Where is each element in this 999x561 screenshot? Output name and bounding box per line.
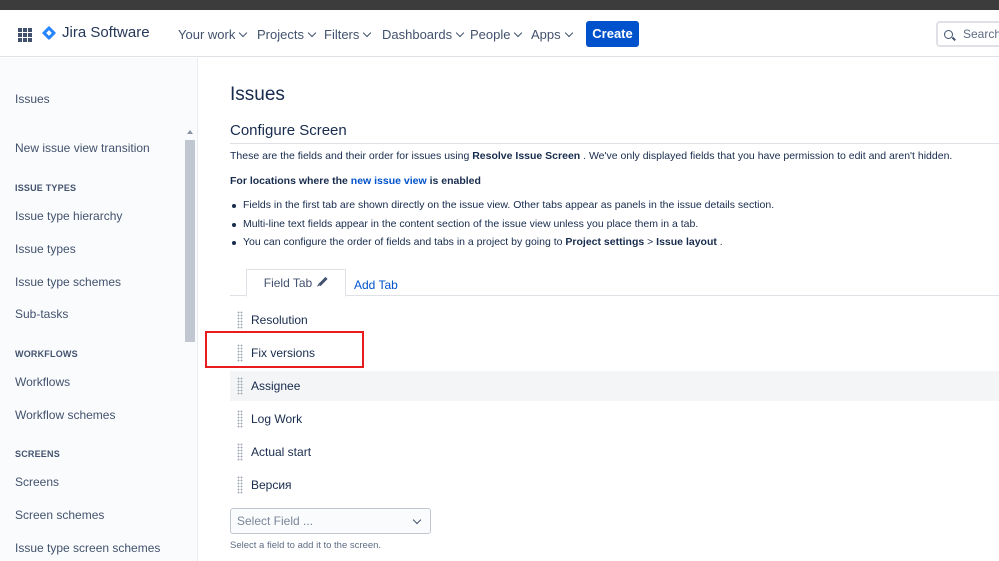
jira-logo[interactable]: Jira Software: [42, 24, 150, 41]
field-row[interactable]: Log Work: [230, 404, 999, 434]
scrollbar-thumb[interactable]: [185, 140, 195, 342]
chevron-down-icon: [307, 28, 317, 38]
nav-filters-label: Filters: [324, 27, 360, 42]
sidebar-item-workflows[interactable]: Workflows: [15, 375, 70, 389]
field-row[interactable]: Assignee: [230, 371, 999, 401]
sidebar-item-issue-type-screen-schemes[interactable]: Issue type screen schemes: [15, 541, 160, 555]
bullet-item: You can configure the order of fields an…: [230, 236, 774, 255]
sidebar-item-workflow-schemes[interactable]: Workflow schemes: [15, 408, 115, 422]
drag-handle-icon[interactable]: [237, 476, 243, 494]
project-settings-text: Project settings: [565, 236, 645, 248]
search-input[interactable]: Search: [936, 21, 999, 47]
select-field-dropdown[interactable]: Select Field ...: [230, 508, 431, 534]
nav-dashboards[interactable]: Dashboards: [382, 27, 465, 42]
page-title: Issues: [230, 84, 285, 105]
locations-note: For locations where the new issue view i…: [230, 175, 481, 187]
nav-apps-label: Apps: [531, 27, 561, 42]
nav-filters[interactable]: Filters: [324, 27, 372, 42]
locations-suffix: is enabled: [426, 175, 481, 187]
sidebar-heading-workflows: WORKFLOWS: [15, 349, 78, 359]
sidebar-title: Issues: [15, 92, 50, 106]
sidebar-item-screen-schemes[interactable]: Screen schemes: [15, 508, 104, 522]
nav-your-work[interactable]: Your work: [178, 27, 248, 42]
screen-name: Resolve Issue Screen: [472, 150, 581, 162]
field-name: Actual start: [251, 445, 312, 459]
sidebar-item-issue-type-schemes[interactable]: Issue type schemes: [15, 275, 121, 289]
sidebar: Issues New issue view transition ISSUE T…: [0, 58, 198, 561]
scroll-up-arrow-icon[interactable]: [187, 130, 193, 134]
separator: >: [644, 236, 657, 248]
chevron-down-icon: [412, 515, 422, 525]
sidebar-item-screens[interactable]: Screens: [15, 475, 59, 489]
nav-apps[interactable]: Apps: [531, 27, 573, 42]
drag-handle-icon[interactable]: [237, 377, 243, 395]
sidebar-heading-screens: SCREENS: [15, 449, 60, 459]
nav-projects-label: Projects: [257, 27, 304, 42]
search-placeholder: Search: [963, 27, 999, 41]
bullet-item: Multi-line text fields appear in the con…: [230, 218, 774, 237]
new-issue-view-link[interactable]: new issue view: [351, 175, 427, 187]
sidebar-item-sub-tasks[interactable]: Sub-tasks: [15, 307, 68, 321]
field-row[interactable]: Версия: [230, 470, 999, 500]
sidebar-scrollbar[interactable]: [184, 128, 196, 561]
field-name: Resolution: [251, 313, 308, 327]
bullet-item: Fields in the first tab are shown direct…: [230, 199, 774, 218]
sidebar-heading-issue-types: ISSUE TYPES: [15, 183, 77, 193]
nav-projects[interactable]: Projects: [257, 27, 317, 42]
description-prefix: These are the fields and their order for…: [230, 150, 473, 162]
sidebar-item-issue-types[interactable]: Issue types: [15, 242, 76, 256]
tab-field-tab[interactable]: Field Tab: [246, 269, 346, 297]
select-helper-text: Select a field to add it to the screen.: [230, 540, 382, 551]
select-placeholder: Select Field ...: [237, 514, 314, 528]
tab-field-label: Field Tab: [263, 276, 313, 290]
bullet-text: Fields in the first tab are shown direct…: [243, 199, 775, 211]
pencil-icon[interactable]: [318, 276, 328, 286]
info-bullets: Fields in the first tab are shown direct…: [230, 199, 774, 255]
divider: [230, 143, 999, 144]
description-suffix: . We've only displayed fields that you h…: [580, 150, 953, 162]
field-name: Log Work: [251, 412, 303, 426]
field-name: Версия: [251, 478, 292, 492]
app-switcher-icon[interactable]: [18, 28, 32, 42]
jira-diamond-icon: [42, 26, 56, 40]
red-highlight-annotation: [205, 331, 364, 368]
search-icon: [944, 29, 953, 39]
issue-layout-text: Issue layout: [656, 236, 717, 248]
chevron-down-icon: [363, 28, 372, 38]
tabs-bar: Field Tab Add Tab: [230, 269, 999, 297]
drag-handle-icon[interactable]: [237, 443, 243, 461]
sidebar-item-issue-type-hierarchy[interactable]: Issue type hierarchy: [15, 209, 122, 223]
chevron-down-icon: [455, 28, 465, 38]
field-row[interactable]: Actual start: [230, 437, 999, 467]
nav-your-work-label: Your work: [178, 27, 236, 42]
top-navigation: Jira Software Your work Projects Filters…: [0, 10, 999, 57]
chevron-down-icon: [514, 28, 523, 38]
locations-prefix: For locations where the: [230, 175, 351, 187]
bullet-text: Multi-line text fields appear in the con…: [243, 217, 699, 230]
browser-top-strip: [0, 0, 999, 10]
nav-dashboards-label: Dashboards: [382, 27, 453, 42]
chevron-down-icon: [239, 28, 248, 38]
nav-people[interactable]: People: [470, 27, 523, 42]
chevron-down-icon: [564, 28, 573, 38]
bullet-text: You can configure the order of fields an…: [243, 236, 566, 248]
section-title: Configure Screen: [230, 122, 347, 139]
sidebar-item-new-issue-view-transition[interactable]: New issue view transition: [15, 141, 150, 155]
logo-text: Jira Software: [62, 24, 150, 41]
drag-handle-icon[interactable]: [237, 410, 243, 428]
bullet-suffix: .: [716, 236, 723, 248]
drag-handle-icon[interactable]: [237, 311, 243, 329]
nav-people-label: People: [470, 27, 511, 42]
create-button[interactable]: Create: [586, 21, 639, 47]
add-tab-link[interactable]: Add Tab: [354, 278, 398, 292]
field-name: Assignee: [251, 379, 301, 393]
description: These are the fields and their order for…: [230, 150, 952, 162]
